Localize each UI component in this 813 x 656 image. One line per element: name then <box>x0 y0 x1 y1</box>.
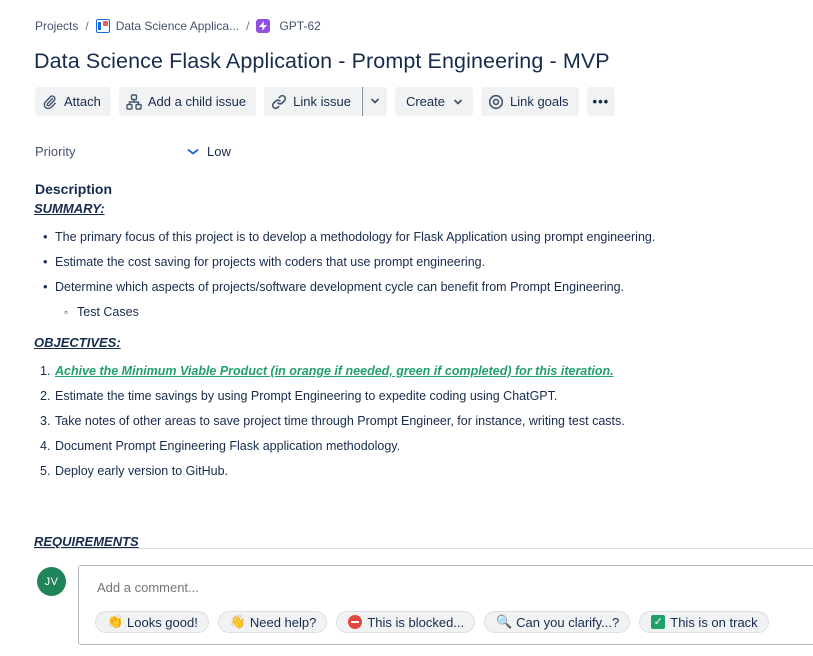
target-icon <box>488 94 504 110</box>
breadcrumb-projects[interactable]: Projects <box>35 19 78 33</box>
link-issue-button[interactable]: Link issue <box>264 87 361 116</box>
quick-reply-chips: 👏 Looks good! 👋 Need help? This is block… <box>95 611 778 633</box>
priority-label: Priority <box>35 144 76 159</box>
looks-good-chip[interactable]: 👏 Looks good! <box>95 611 209 633</box>
more-actions-button[interactable]: ••• <box>586 87 616 116</box>
list-item: 5. Deploy early version to GitHub. <box>34 462 813 487</box>
summary-sublist: Test Cases <box>34 303 813 328</box>
list-number: 2. <box>40 389 51 403</box>
clarify-chip[interactable]: 🔍 Can you clarify...? <box>484 611 631 633</box>
waving-hand-icon: 👋 <box>229 614 247 630</box>
requirements-heading: REQUIREMENTS <box>34 534 139 549</box>
list-item: 2. Estimate the time savings by using Pr… <box>34 387 813 412</box>
paperclip-icon <box>42 94 58 110</box>
hierarchy-icon <box>126 93 142 110</box>
list-number: 1. <box>40 364 51 378</box>
list-item: 1. Achive the Minimum Viable Product (in… <box>34 362 813 387</box>
more-icon: ••• <box>592 94 610 109</box>
list-item: Determine which aspects of projects/soft… <box>34 278 813 303</box>
objective-highlight-link[interactable]: Achive the Minimum Viable Product (in or… <box>55 364 614 378</box>
need-help-chip[interactable]: 👋 Need help? <box>217 611 328 633</box>
chip-label: Need help? <box>249 614 317 630</box>
check-box-icon: ✓ <box>651 615 666 629</box>
add-child-issue-label: Add a child issue <box>147 94 247 109</box>
objectives-list: 1. Achive the Minimum Viable Product (in… <box>34 362 813 487</box>
link-issue-dropdown-button[interactable] <box>361 87 387 116</box>
summary-heading: SUMMARY: <box>34 201 105 216</box>
objective-text: Deploy early version to GitHub. <box>55 464 228 478</box>
attach-button[interactable]: Attach <box>35 87 111 116</box>
chevron-down-icon <box>370 94 380 109</box>
issue-title[interactable]: Data Science Flask Application - Prompt … <box>34 49 610 74</box>
list-item: 4. Document Prompt Engineering Flask app… <box>34 437 813 462</box>
breadcrumb-issue-key[interactable]: GPT-62 <box>279 19 320 33</box>
list-number: 4. <box>40 439 51 453</box>
priority-field: Priority Low <box>35 144 231 159</box>
chip-label: Can you clarify...? <box>516 614 620 630</box>
create-button[interactable]: Create <box>394 87 473 116</box>
priority-low-icon <box>187 146 199 158</box>
divider <box>34 548 813 549</box>
chip-label: Looks good! <box>127 614 198 630</box>
issue-toolbar: Attach Add a child issue Link issue Crea… <box>35 87 623 116</box>
list-item: The primary focus of this project is to … <box>34 228 813 253</box>
objectives-heading: OBJECTIVES: <box>34 335 121 350</box>
comment-input[interactable] <box>97 580 697 595</box>
objective-text: Estimate the time savings by using Promp… <box>55 389 558 403</box>
link-icon <box>271 94 287 110</box>
create-label: Create <box>405 94 445 109</box>
attach-label: Attach <box>64 94 101 109</box>
list-number: 3. <box>40 414 51 428</box>
add-child-issue-button[interactable]: Add a child issue <box>118 87 257 116</box>
epic-lightning-icon <box>256 19 271 33</box>
clapping-hands-icon: 👏 <box>107 614 124 630</box>
objective-text: Document Prompt Engineering Flask applic… <box>55 439 401 453</box>
breadcrumb: Projects / Data Science Applica... / GPT… <box>35 17 321 35</box>
magnifier-icon: 🔍 <box>496 614 513 630</box>
priority-value-label: Low <box>207 144 231 159</box>
chip-label: This is on track <box>670 614 758 630</box>
no-entry-icon <box>348 615 363 629</box>
list-item: Test Cases <box>34 303 813 328</box>
list-number: 5. <box>40 464 51 478</box>
objective-text: Take notes of other areas to save projec… <box>55 414 625 428</box>
link-issue-split-button: Link issue <box>264 87 387 116</box>
breadcrumb-project[interactable]: Data Science Applica... <box>116 19 239 33</box>
project-icon <box>95 19 110 33</box>
breadcrumb-separator: / <box>246 19 250 33</box>
list-item: Estimate the cost saving for projects wi… <box>34 253 813 278</box>
breadcrumb-separator: / <box>85 19 89 33</box>
link-issue-label: Link issue <box>293 94 351 109</box>
chevron-down-icon <box>453 97 463 107</box>
chip-label: This is blocked... <box>367 614 465 630</box>
link-goals-label: Link goals <box>509 94 569 109</box>
avatar[interactable]: JV <box>37 567 66 596</box>
list-item: 3. Take notes of other areas to save pro… <box>34 412 813 437</box>
priority-value[interactable]: Low <box>187 144 231 159</box>
blocked-chip[interactable]: This is blocked... <box>336 611 476 633</box>
link-goals-button[interactable]: Link goals <box>480 87 579 116</box>
comment-composer: 👏 Looks good! 👋 Need help? This is block… <box>78 565 813 645</box>
description-body[interactable]: SUMMARY: The primary focus of this proje… <box>34 201 813 487</box>
summary-list: The primary focus of this project is to … <box>34 228 813 303</box>
on-track-chip[interactable]: ✓ This is on track <box>639 611 769 633</box>
description-heading: Description <box>35 181 113 197</box>
